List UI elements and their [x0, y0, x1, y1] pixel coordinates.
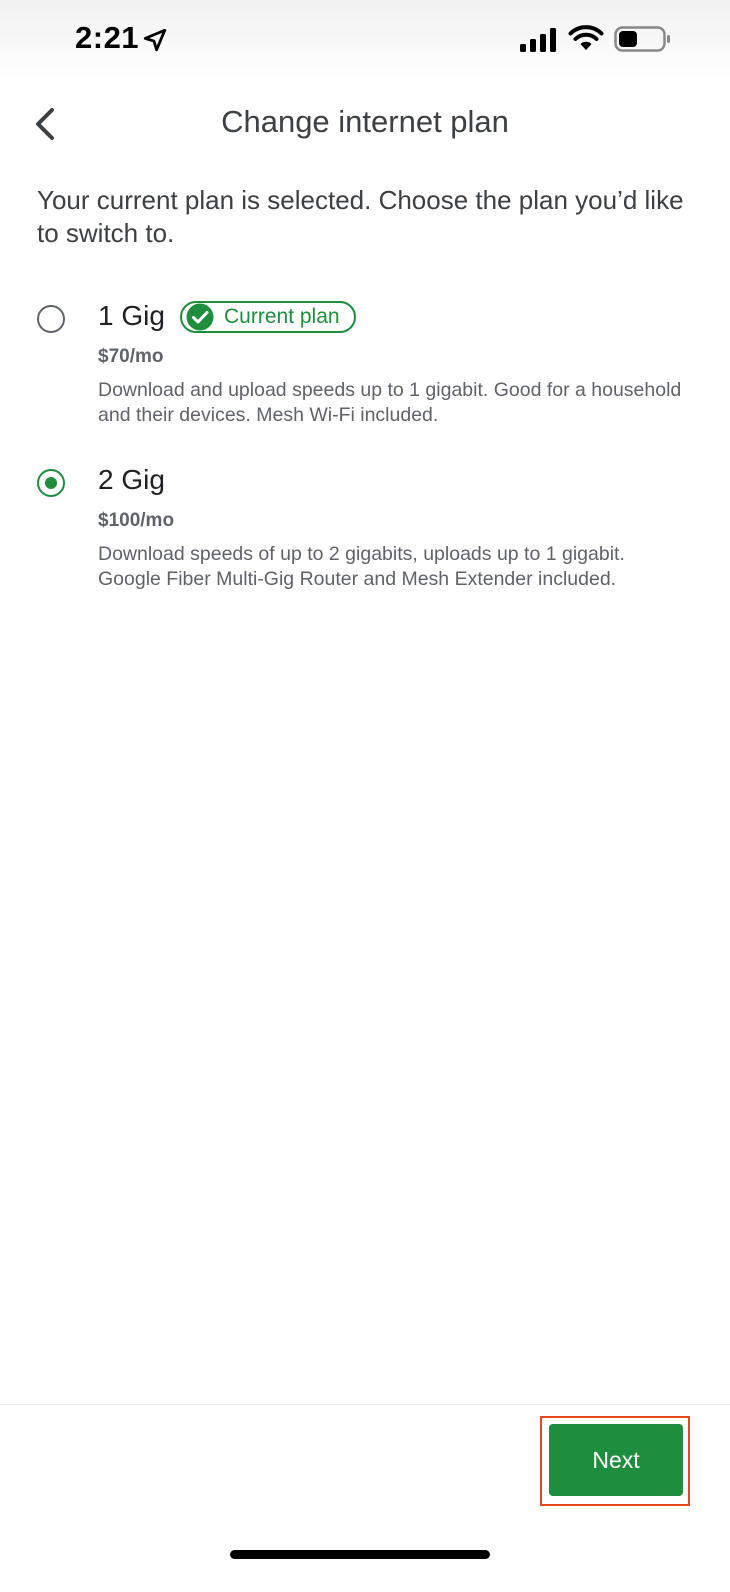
cellular-signal-icon [520, 28, 556, 52]
page-title: Change internet plan [221, 104, 509, 139]
battery-icon [614, 26, 670, 52]
home-indicator[interactable] [230, 1550, 490, 1559]
plan-price: $70/mo [98, 346, 164, 367]
next-button[interactable]: Next [549, 1424, 683, 1496]
radio-button-unselected[interactable] [37, 305, 65, 333]
location-arrow-icon [143, 28, 167, 52]
current-plan-label: Current plan [224, 305, 340, 328]
wifi-icon [568, 25, 604, 50]
status-bar: 2:21 [0, 0, 730, 78]
plan-name: 2 Gig [98, 464, 165, 495]
plan-name: 1 Gig [98, 300, 165, 331]
intro-text: Your current plan is selected. Choose th… [37, 185, 684, 248]
check-circle-icon [186, 303, 214, 331]
current-plan-badge: Current plan [180, 301, 356, 333]
footer-divider [0, 1404, 730, 1405]
plan-description: Download and upload speeds up to 1 gigab… [98, 379, 682, 426]
plan-description: Download speeds of up to 2 gigabits, upl… [98, 543, 625, 590]
plan-price: $100/mo [98, 510, 175, 531]
radio-button-selected[interactable] [37, 469, 65, 497]
status-time: 2:21 [75, 20, 140, 55]
